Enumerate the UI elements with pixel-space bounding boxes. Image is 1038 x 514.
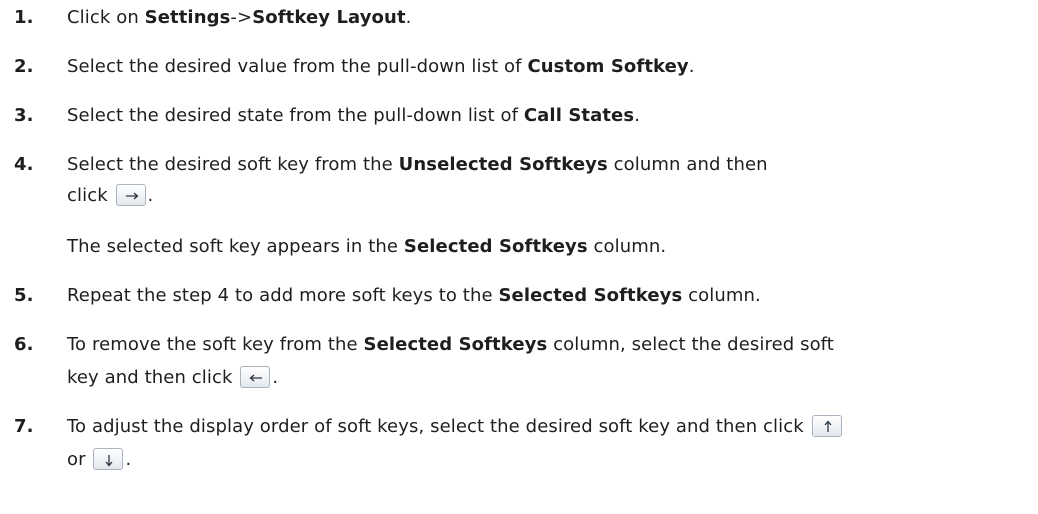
step-text-line: key and then click . <box>67 366 279 389</box>
text-run: column and then <box>607 154 768 175</box>
text-run: Select the desired soft key from the <box>67 154 399 175</box>
ui-term: Call States <box>523 105 635 126</box>
arrow-left-button <box>240 366 271 388</box>
step-text-line: Select the desired value from the pull-d… <box>67 56 695 77</box>
ui-term: Selected Softkeys <box>498 285 683 306</box>
text-run: . <box>125 449 132 470</box>
ui-term: Selected Softkeys <box>403 236 588 257</box>
arrow-up-button <box>811 415 842 437</box>
text-run: Select the desired state from the pull-d… <box>67 105 524 126</box>
text-run: . <box>272 367 279 388</box>
step-text-line: Select the desired soft key from the Uns… <box>67 154 768 175</box>
text-run: . <box>634 105 641 126</box>
arrow-left-icon <box>249 374 263 382</box>
text-run: Repeat the step 4 to add more soft keys … <box>67 285 499 306</box>
text-run: Click on <box>67 7 145 28</box>
step-text-line: Repeat the step 4 to add more soft keys … <box>67 285 761 306</box>
step-number: 4. <box>14 154 34 175</box>
text-run: -> <box>230 7 253 28</box>
text-run: To remove the soft key from the <box>67 334 364 355</box>
text-run: column. <box>682 285 761 306</box>
arrow-down-icon <box>105 455 113 467</box>
text-run: . <box>147 185 154 206</box>
text-run: The selected soft key appears in the <box>67 236 404 257</box>
text-run: To adjust the display order of soft keys… <box>67 416 810 437</box>
text-run: column, select the desired soft <box>547 334 834 355</box>
step-text-line: The selected soft key appears in the Sel… <box>67 236 666 257</box>
arrow-down-button <box>93 448 124 470</box>
step-number: 1. <box>14 7 34 28</box>
arrow-right-icon <box>125 192 139 200</box>
step-number: 7. <box>14 416 34 437</box>
step-text-line: click . <box>67 184 154 207</box>
step-text-line: Click on Settings->Softkey Layout. <box>67 7 411 28</box>
arrow-up-icon <box>824 420 832 432</box>
ui-term: Unselected Softkeys <box>398 154 608 175</box>
step-text-line: To remove the soft key from the Selected… <box>67 334 834 355</box>
step-number: 6. <box>14 334 34 355</box>
step-number: 5. <box>14 285 34 306</box>
step-text-line: Select the desired state from the pull-d… <box>67 105 640 126</box>
ui-term: Settings <box>144 7 231 28</box>
ui-term: Custom Softkey <box>527 56 689 77</box>
text-run: Select the desired value from the pull-d… <box>67 56 528 77</box>
ui-term: Selected Softkeys <box>363 334 548 355</box>
text-run: or <box>67 449 92 470</box>
step-number: 3. <box>14 105 34 126</box>
text-run: key and then click <box>67 367 239 388</box>
step-text-line: or . <box>67 448 132 471</box>
ui-term: Softkey Layout <box>252 7 406 28</box>
arrow-right-button <box>115 184 146 206</box>
text-run: . <box>688 56 695 77</box>
step-text-line: To adjust the display order of soft keys… <box>67 415 844 438</box>
step-number: 2. <box>14 56 34 77</box>
text-run: column. <box>587 236 667 257</box>
text-run: . <box>405 7 412 28</box>
text-run: click <box>67 185 114 206</box>
